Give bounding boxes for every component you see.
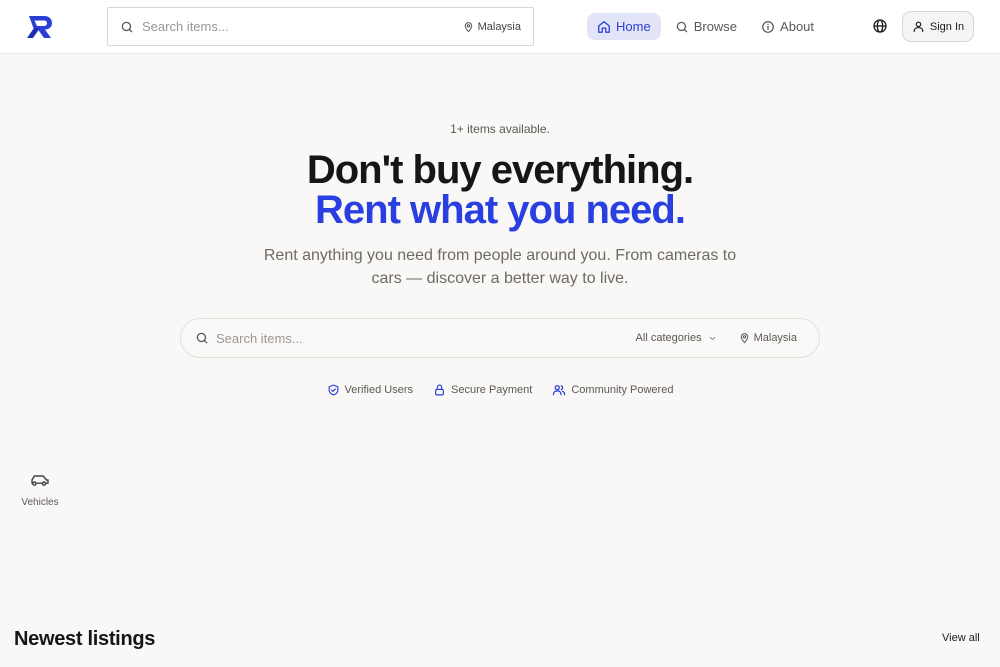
hero-search-bar[interactable]: Search items... All categories Malaysia bbox=[180, 318, 820, 358]
home-icon bbox=[598, 20, 610, 33]
header-search-bar[interactable]: Search items... Malaysia bbox=[107, 7, 534, 46]
info-icon bbox=[762, 20, 774, 33]
nav-browse[interactable]: Browse bbox=[665, 13, 747, 40]
map-pin-icon bbox=[740, 333, 748, 344]
lock-icon bbox=[435, 384, 444, 396]
hero-search-input[interactable]: Search items... bbox=[216, 331, 636, 346]
badge-community-powered: Community Powered bbox=[552, 383, 673, 397]
search-icon bbox=[196, 332, 208, 344]
nav-browse-label: Browse bbox=[693, 19, 738, 34]
map-pin-icon bbox=[464, 21, 472, 32]
user-icon bbox=[913, 21, 924, 32]
category-label: Vehicles bbox=[21, 497, 59, 508]
globe-icon[interactable] bbox=[872, 18, 888, 34]
top-header: Search items... Malaysia Home Browse Abo… bbox=[0, 0, 1000, 54]
category-dropdown[interactable]: All categories bbox=[636, 332, 717, 344]
logo[interactable] bbox=[26, 14, 54, 40]
header-location-label: Malaysia bbox=[477, 20, 521, 33]
nav-about-label: About bbox=[780, 19, 815, 34]
header-search-input[interactable]: Search items... bbox=[142, 19, 463, 34]
availability-text: 1+ items available. bbox=[450, 122, 550, 136]
badge-verified-users: Verified Users bbox=[327, 383, 413, 397]
nav-home[interactable]: Home bbox=[587, 13, 661, 40]
hero-location-selector[interactable]: Malaysia bbox=[739, 332, 797, 344]
shield-check-icon bbox=[328, 384, 338, 396]
search-icon bbox=[676, 21, 687, 32]
badge-secure-payment: Secure Payment bbox=[433, 383, 532, 397]
category-dropdown-label: All categories bbox=[635, 332, 702, 344]
main-nav: Home Browse About bbox=[587, 13, 828, 40]
users-icon bbox=[553, 384, 566, 396]
view-all-link[interactable]: View all bbox=[942, 632, 980, 644]
nav-home-label: Home bbox=[616, 19, 651, 34]
chevron-down-icon bbox=[709, 336, 715, 340]
sign-in-label: Sign In bbox=[929, 20, 965, 33]
hero-subtitle: Rent anything you need from people aroun… bbox=[263, 247, 737, 287]
newest-listings-title: Newest listings bbox=[14, 628, 156, 650]
hero-location-label: Malaysia bbox=[753, 332, 797, 344]
car-icon bbox=[31, 475, 49, 486]
nav-about[interactable]: About bbox=[751, 13, 824, 40]
header-location-selector[interactable]: Malaysia bbox=[463, 21, 521, 33]
badge-label: Community Powered bbox=[571, 384, 674, 396]
badge-label: Secure Payment bbox=[451, 384, 533, 396]
trust-badges: Verified Users Secure Payment Community … bbox=[0, 383, 1000, 397]
category-vehicles[interactable]: Vehicles bbox=[18, 472, 62, 508]
hero-title-line2: Rent what you need. bbox=[315, 188, 686, 232]
sign-in-button[interactable]: Sign In bbox=[902, 11, 974, 42]
hero-title-line1: Don't buy everything. bbox=[306, 148, 694, 192]
search-icon bbox=[121, 21, 133, 32]
badge-label: Verified Users bbox=[344, 384, 414, 396]
